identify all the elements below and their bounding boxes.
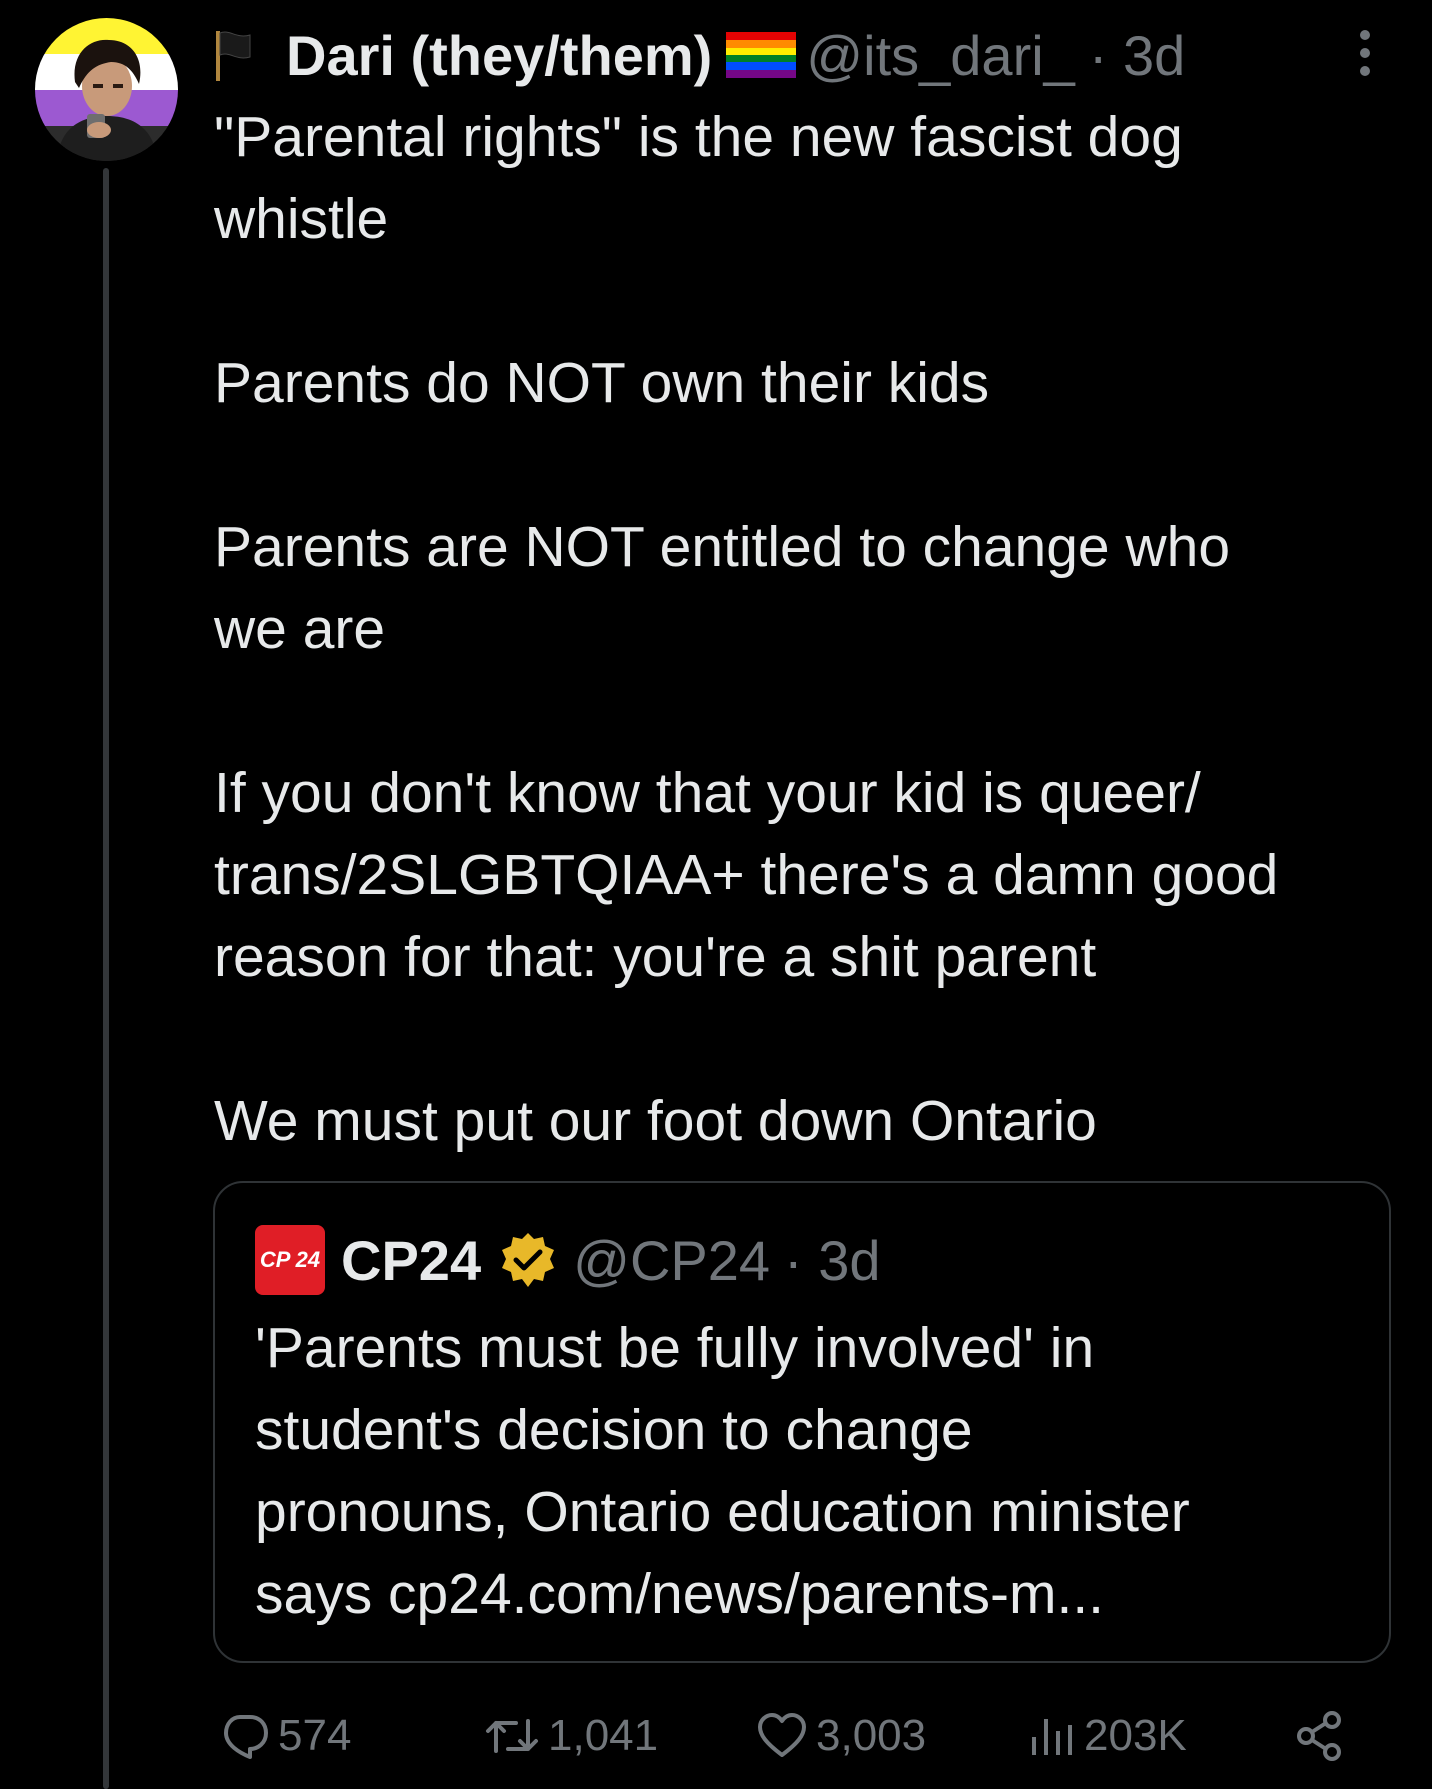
tweet-line: We must put our foot down Ontario [214,1089,1097,1153]
cp24-logo: CP 24 [255,1225,325,1295]
quote-author-name[interactable]: CP24 [341,1228,481,1293]
black-flag-icon [216,31,251,81]
tweet-line: we are [214,597,386,661]
tweet-line: Parents are NOT entitled to change who [214,515,1231,579]
views-button[interactable]: 203K [1026,1706,1187,1766]
tweet-line: reason for that: you're a shit parent [214,925,1097,989]
author-name[interactable]: Dari (they/them) [286,23,712,88]
author-avatar[interactable] [35,18,178,161]
share-button[interactable] [1292,1706,1356,1766]
tweet-line: "Parental rights" is the new fascist dog [214,105,1183,169]
views-icon [1032,1719,1072,1755]
like-count: 3,003 [816,1711,927,1760]
quote-line: student's decision to change [255,1398,973,1462]
repost-button[interactable]: 1,041 [484,1706,658,1766]
quote-line: says cp24.com/news/parents-m... [255,1562,1104,1626]
tweet-header: Dari (they/them) @its_dari_ · 3d [214,22,1394,88]
tweet-line: trans/2SLGBTQIAA+ there's a damn good [214,843,1279,907]
tweet-line: If you don't know that your kid is queer… [214,761,1201,825]
quoted-tweet[interactable]: CP 24 CP24 @CP24 · 3d 'Parents must be f… [213,1181,1391,1663]
thread-line [103,168,109,1789]
action-bar: 574 1,041 3,003 203K [214,1706,1364,1766]
like-icon [758,1713,806,1757]
quote-header: CP 24 CP24 @CP24 · 3d [255,1221,881,1299]
quote-text: 'Parents must be fully involved' in stud… [255,1307,1365,1635]
repost-icon [486,1719,538,1753]
reply-icon [224,1715,268,1759]
share-icon [1297,1711,1341,1761]
reply-button[interactable]: 574 [220,1706,351,1766]
quote-line: 'Parents must be fully involved' in [255,1316,1095,1380]
rainbow-flag-icon [726,32,797,78]
repost-count: 1,041 [548,1711,659,1760]
more-icon[interactable] [1350,28,1380,78]
reply-count: 574 [278,1711,352,1760]
verified-badge-icon [502,1233,555,1287]
like-button[interactable]: 3,003 [756,1706,926,1766]
tweet-line: whistle [214,187,389,251]
author-handle[interactable]: @its_dari_ [806,23,1075,88]
quote-author-handle[interactable]: @CP24 [573,1228,770,1293]
views-count: 203K [1084,1711,1187,1760]
tweet-line: Parents do NOT own their kids [214,351,990,415]
tweet-text: "Parental rights" is the new fascist dog… [214,96,1394,1162]
quote-time[interactable]: · 3d [784,1228,881,1293]
quote-line: pronouns, Ontario education minister [255,1480,1190,1544]
tweet-time[interactable]: · 3d [1089,23,1186,88]
